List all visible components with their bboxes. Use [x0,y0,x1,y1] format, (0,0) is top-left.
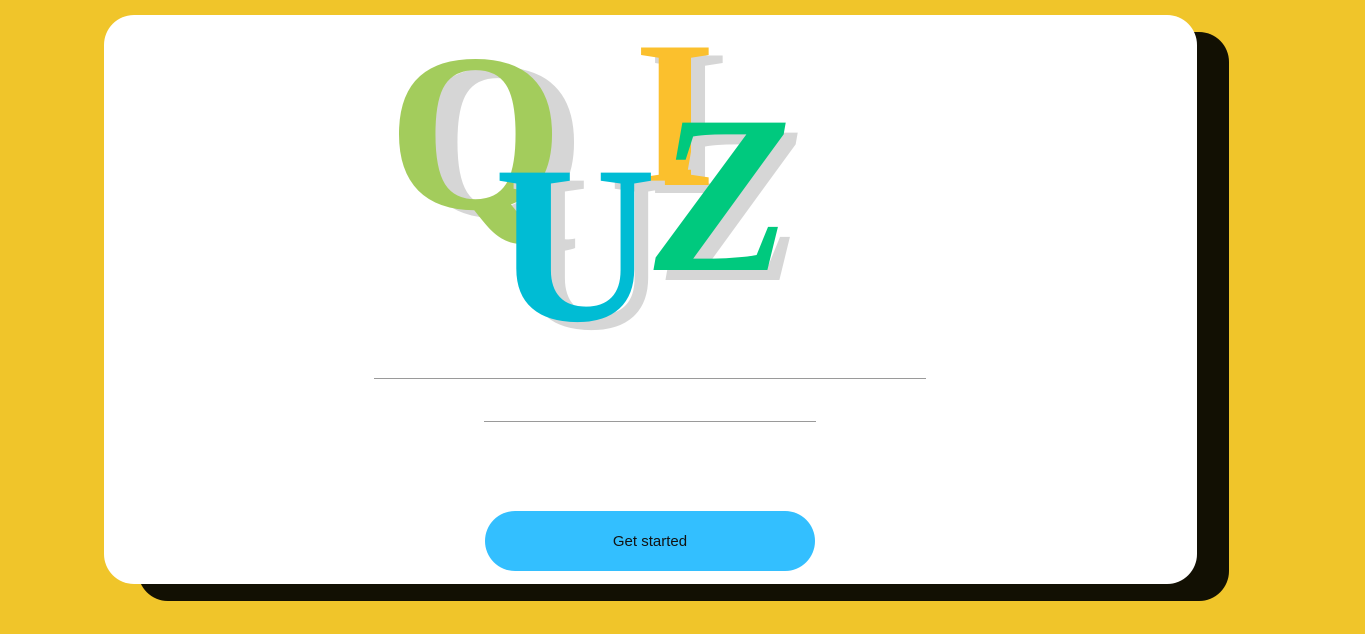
get-started-button[interactable]: Get started [485,511,815,571]
name-field-underline[interactable] [374,378,926,379]
code-field-underline[interactable] [484,421,816,422]
logo-letter-z: Z [654,69,792,319]
logo-letter-u: U [494,119,657,369]
quiz-logo: Q Q I I U U Z Z [370,10,830,369]
